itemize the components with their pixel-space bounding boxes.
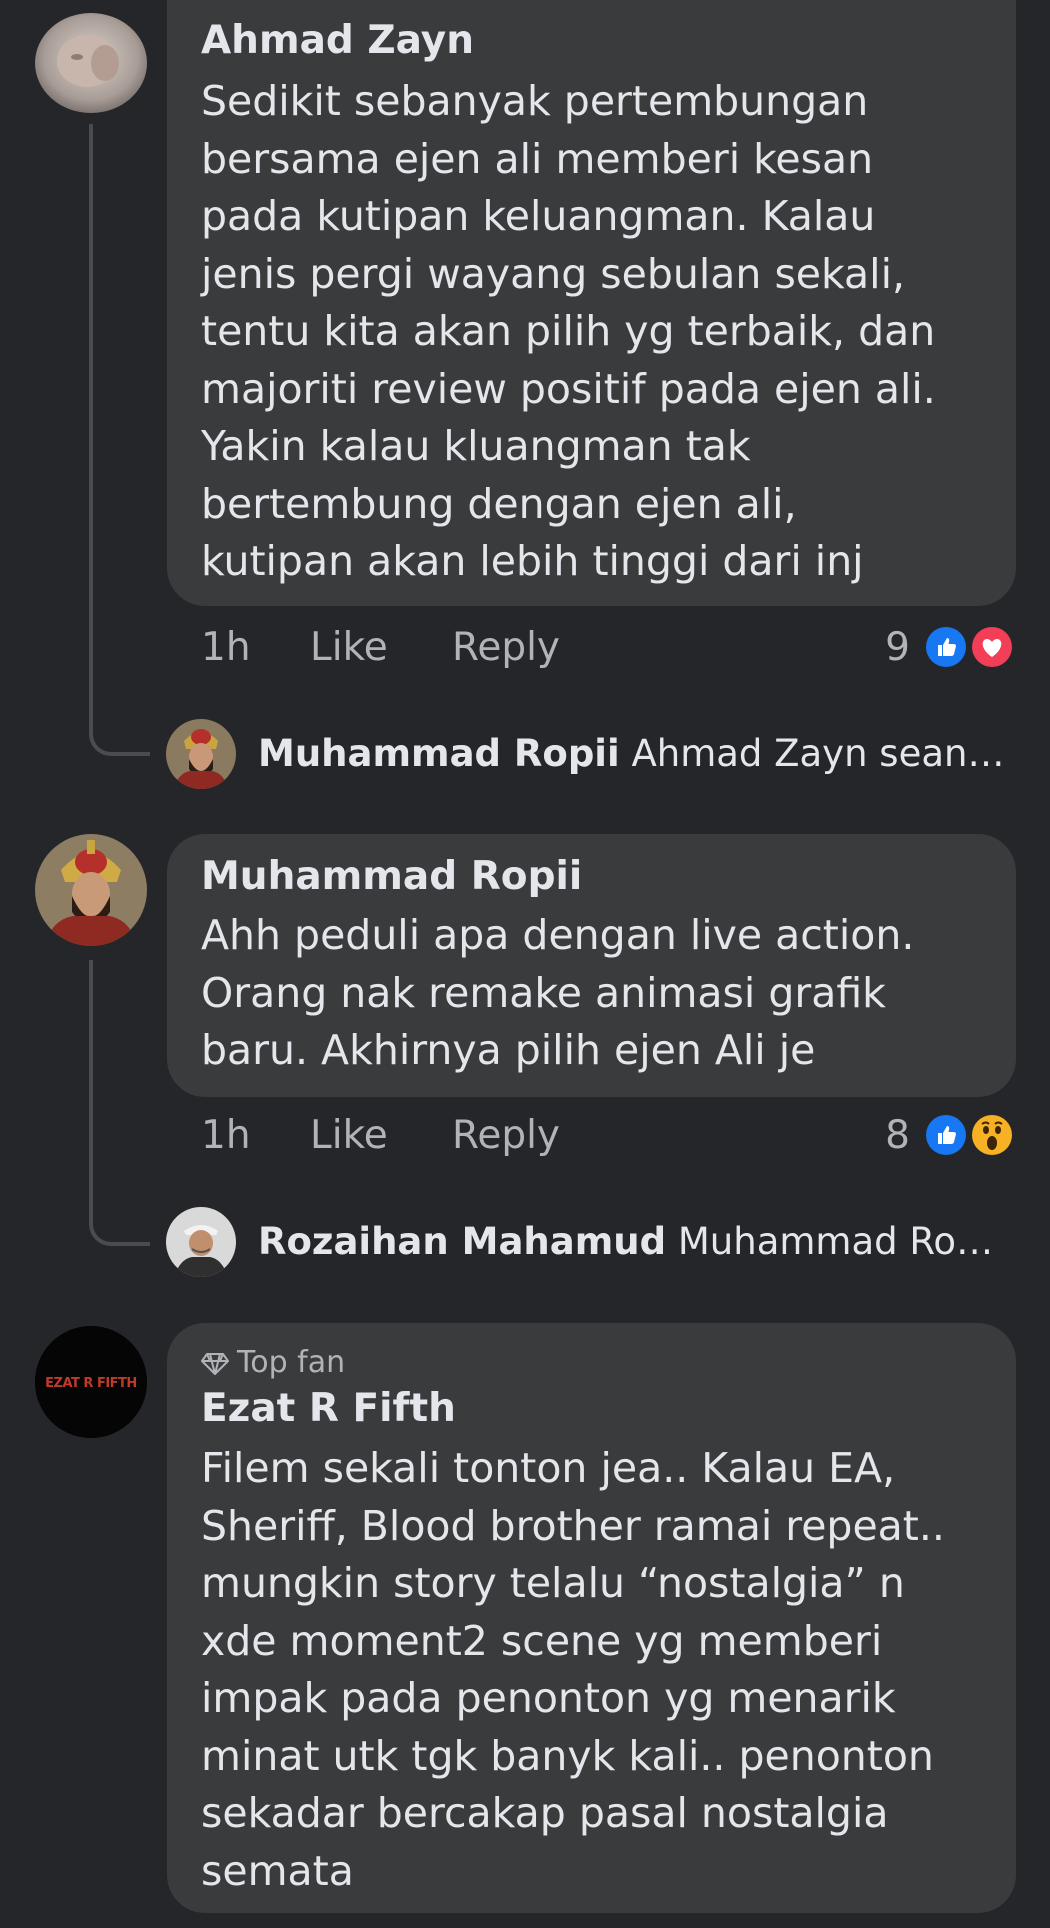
avatar-rozaihan-mahamud[interactable] xyxy=(166,1207,236,1277)
thread-line xyxy=(89,124,93,724)
badge-label: Top fan xyxy=(237,1345,346,1380)
thread-connector xyxy=(89,1190,150,1246)
baby-photo-icon xyxy=(35,13,147,113)
like-button[interactable]: Like xyxy=(310,1113,388,1159)
reply-author: Rozaihan Mahamud xyxy=(258,1220,667,1263)
avatar-muhammad-ropii[interactable] xyxy=(35,834,147,946)
avatar-ahmad-zayn[interactable] xyxy=(35,13,147,113)
reply-button[interactable]: Reply xyxy=(452,625,560,671)
reply-preview[interactable]: Muhammad Ropii Ahmad Zayn seandai... xyxy=(258,731,1008,777)
comment-author[interactable]: Ezat R Fifth xyxy=(201,1386,456,1432)
comment-author[interactable]: Muhammad Ropii xyxy=(201,854,582,900)
top-fan-badge: Top fan xyxy=(201,1345,345,1381)
comment-text: Filem sekali tonton jea.. Kalau EA, Sher… xyxy=(201,1444,945,1895)
reply-button[interactable]: Reply xyxy=(452,1113,560,1159)
reply-snippet: Ahmad Zayn seandai... xyxy=(631,732,1008,775)
avatar-logo-text: EZAT R FIFTH xyxy=(45,1376,137,1391)
wow-icon xyxy=(969,1112,1015,1158)
comment-text: Sedikit sebanyak pertembungan bersama ej… xyxy=(201,77,936,585)
avatar-ezat-r-fifth[interactable]: EZAT R FIFTH xyxy=(35,1326,147,1438)
reply-author: Muhammad Ropii xyxy=(258,732,620,775)
love-icon xyxy=(969,624,1015,670)
like-icon xyxy=(923,624,969,670)
avatar-muhammad-ropii-small[interactable] xyxy=(166,719,236,789)
thread-connector xyxy=(89,700,150,756)
reply-snippet: Muhammad Ropii t... xyxy=(677,1220,1013,1263)
thread-line xyxy=(89,960,93,1200)
like-icon xyxy=(923,1112,969,1158)
diamond-icon xyxy=(201,1353,229,1375)
reply-preview[interactable]: Rozaihan Mahamud Muhammad Ropii t... xyxy=(258,1219,1013,1265)
comment-timestamp: 1h xyxy=(201,1113,251,1158)
comment-author[interactable]: Ahmad Zayn xyxy=(201,18,474,64)
like-button[interactable]: Like xyxy=(310,625,388,671)
reaction-count[interactable]: 8 xyxy=(860,1113,910,1159)
comment-timestamp: 1h xyxy=(201,625,251,670)
reaction-count[interactable]: 9 xyxy=(860,625,910,671)
comment-text: Ahh peduli apa dengan live action. Orang… xyxy=(201,911,915,1074)
